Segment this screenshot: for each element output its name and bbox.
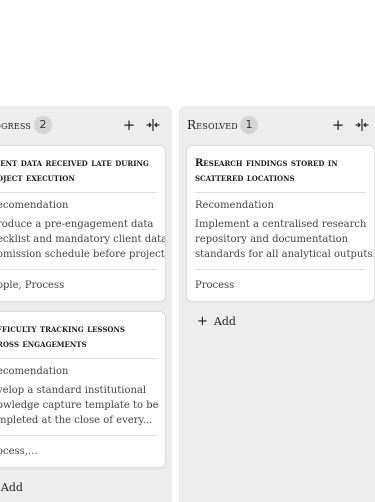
issue-card[interactable]: fficulty tracking lessons ross engagemen… <box>0 311 166 468</box>
column-resolved: Resolved 1 + Research findings stored in… <box>179 106 375 502</box>
kanban-board: rogress 2 + ient data received late duri… <box>0 0 375 502</box>
card-tags: ople, Process <box>0 280 65 291</box>
divider <box>0 358 157 359</box>
count-badge: 1 <box>240 116 258 134</box>
collapse-column-icon[interactable] <box>144 116 162 134</box>
add-card-icon[interactable]: + <box>329 116 347 134</box>
issue-card[interactable]: Research findings stored in scattered lo… <box>186 145 375 302</box>
column-in-progress: rogress 2 + ient data received late duri… <box>0 106 172 502</box>
card-tags: ocess,... <box>0 446 38 457</box>
divider <box>195 269 366 270</box>
card-description: roduce a pre-engagement data ecklist and… <box>0 219 166 260</box>
column-header: rogress 2 + <box>0 116 172 138</box>
collapse-column-icon[interactable] <box>353 116 371 134</box>
plus-icon: + <box>197 314 208 329</box>
card-title: Research findings stored in scattered lo… <box>195 158 338 184</box>
divider <box>0 269 157 270</box>
card-tags: Process <box>195 280 235 291</box>
divider <box>0 192 157 193</box>
column-title: rogress <box>0 118 32 132</box>
card-title: ient data received late during oject exe… <box>0 158 149 184</box>
column-header: Resolved 1 + <box>179 116 375 138</box>
add-card-button[interactable]: +Add <box>0 480 23 495</box>
recommendation-label: ecomendation <box>0 200 69 211</box>
add-card-icon[interactable]: + <box>120 116 138 134</box>
count-badge: 2 <box>34 116 52 134</box>
recommendation-label: Recomendation <box>195 200 274 211</box>
divider <box>0 435 157 436</box>
issue-card[interactable]: ient data received late during oject exe… <box>0 145 166 302</box>
divider <box>195 192 366 193</box>
card-title: fficulty tracking lessons ross engagemen… <box>0 324 125 350</box>
recommendation-label: ecomendation <box>0 366 69 377</box>
column-title: Resolved <box>187 118 238 132</box>
add-card-button[interactable]: +Add <box>197 314 236 329</box>
card-description: velop a standard institutional owledge c… <box>0 385 159 426</box>
card-description: Implement a centralised research reposit… <box>195 219 375 260</box>
